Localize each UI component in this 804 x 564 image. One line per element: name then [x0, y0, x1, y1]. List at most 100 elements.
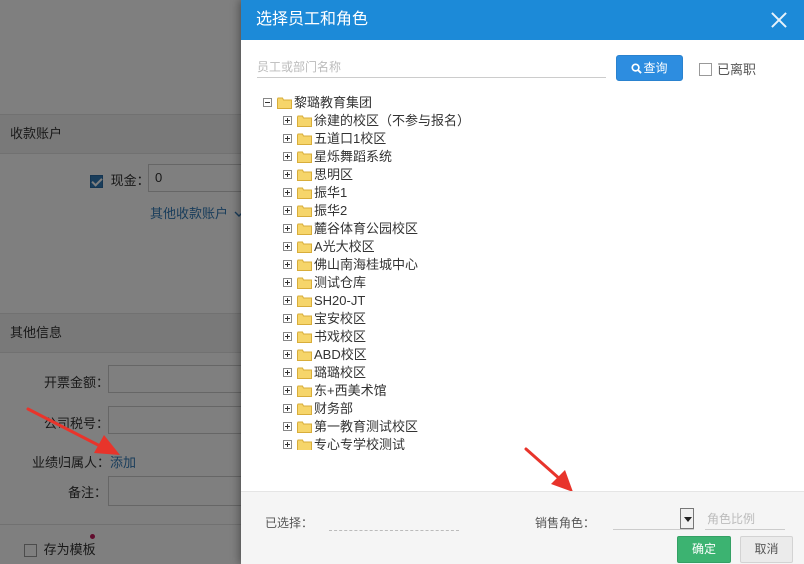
folder-icon — [297, 133, 312, 145]
tree-node[interactable]: 振华2 — [263, 202, 563, 220]
tree-node-label: 徐建的校区（不参与报名） — [314, 113, 471, 128]
plus-box-icon[interactable] — [283, 260, 292, 270]
role-ratio-input[interactable] — [705, 509, 785, 530]
tree-node[interactable]: 宝安校区 — [263, 310, 563, 328]
tree-node-label: 第一教育测试校区 — [314, 419, 419, 434]
tree-children: 徐建的校区（不参与报名） 五道口1校区 星烁舞蹈系统 思明区振华1 振华2 麓谷体育公园校… — [263, 112, 563, 450]
tree-node[interactable]: 五道口1校区 — [263, 130, 563, 148]
dialog-footer: 已选择： 销售角色： 确定 取消 — [241, 491, 804, 564]
org-tree[interactable]: 黎璐教育集团 徐建的校区（不参与报名） 五道口1校区 星烁舞蹈系统 思明区振华1 振华2… — [263, 94, 563, 450]
tree-node-label: 思明区 — [314, 167, 354, 182]
red-arrow-icon — [26, 407, 120, 455]
tree-node[interactable]: 第一教育测试校区 — [263, 418, 563, 436]
folder-icon — [297, 403, 312, 415]
tree-node[interactable]: SH20-JT — [263, 292, 563, 310]
dialog-title: 选择员工和角色 — [256, 11, 369, 28]
plus-box-icon[interactable] — [283, 440, 292, 450]
tree-node[interactable]: 徐建的校区（不参与报名） — [263, 112, 563, 130]
folder-icon — [297, 295, 312, 307]
plus-box-icon[interactable] — [283, 404, 292, 414]
tree-node-label: 佛山南海桂城中心 — [314, 257, 419, 272]
tree-node[interactable]: 财务部 — [263, 400, 563, 418]
tree-node-label: 五道口1校区 — [314, 131, 387, 146]
dropdown-arrow-icon[interactable] — [680, 508, 694, 529]
plus-box-icon[interactable] — [283, 206, 292, 216]
plus-box-icon[interactable] — [283, 332, 292, 342]
tree-node[interactable]: 星烁舞蹈系统 — [263, 148, 563, 166]
folder-icon — [297, 169, 312, 181]
staff-search-input[interactable] — [257, 56, 606, 78]
folder-icon — [297, 259, 312, 271]
dialog-header: 选择员工和角色 — [241, 0, 804, 40]
tree-node-label: 星烁舞蹈系统 — [314, 149, 393, 164]
tree-node[interactable]: A光大校区 — [263, 238, 563, 256]
tree-node[interactable]: 思明区 — [263, 166, 563, 184]
folder-icon — [297, 331, 312, 343]
plus-box-icon[interactable] — [283, 422, 292, 432]
tree-node[interactable]: ABD校区 — [263, 346, 563, 364]
cancel-button[interactable]: 取消 — [740, 536, 793, 563]
plus-box-icon[interactable] — [283, 350, 292, 360]
folder-icon — [297, 151, 312, 163]
plus-box-icon[interactable] — [283, 152, 292, 162]
tree-node[interactable]: 测试仓库 — [263, 274, 563, 292]
tree-node-label: SH20-JT — [314, 293, 366, 308]
folder-icon — [297, 277, 312, 289]
folder-icon — [297, 349, 312, 361]
tree-node-label: 麓谷体育公园校区 — [314, 221, 419, 236]
folder-icon — [277, 97, 292, 109]
sales-role-select[interactable] — [613, 508, 694, 530]
tree-node-label: 书戏校区 — [314, 329, 367, 344]
confirm-button[interactable]: 确定 — [677, 536, 731, 563]
left-staff-checkbox[interactable] — [699, 63, 712, 76]
tree-node-label: 专心专学校测试 — [314, 437, 406, 450]
tree-node[interactable]: 东+西美术馆 — [263, 382, 563, 400]
tree-node[interactable]: 璐璐校区 — [263, 364, 563, 382]
tree-node-label: 东+西美术馆 — [314, 383, 387, 398]
select-staff-role-dialog: 选择员工和角色 查询 已离职 黎璐教育集团 徐建的校区（不参与报名） 五道口1校区… — [241, 0, 804, 564]
tree-node[interactable]: 麓谷体育公园校区 — [263, 220, 563, 238]
plus-box-icon[interactable] — [283, 134, 292, 144]
plus-box-icon[interactable] — [283, 278, 292, 288]
minus-box-icon[interactable] — [263, 98, 272, 108]
tree-node[interactable]: 振华1 — [263, 184, 563, 202]
folder-icon — [297, 421, 312, 433]
selected-staff-field — [329, 530, 459, 531]
tree-node-label: A光大校区 — [314, 239, 375, 254]
folder-icon — [297, 187, 312, 199]
plus-box-icon[interactable] — [283, 368, 292, 378]
tree-node-label: 璐璐校区 — [314, 365, 367, 380]
selected-label: 已选择： — [265, 516, 314, 530]
search-button-label: 查询 — [643, 61, 668, 75]
folder-icon — [297, 367, 312, 379]
folder-icon — [297, 205, 312, 217]
tree-node-label: 测试仓库 — [314, 275, 367, 290]
tree-node-label: 振华1 — [314, 185, 348, 200]
folder-icon — [297, 223, 312, 235]
tree-node-label: 宝安校区 — [314, 311, 367, 326]
plus-box-icon[interactable] — [283, 296, 292, 306]
tree-node[interactable]: 佛山南海桂城中心 — [263, 256, 563, 274]
left-staff-filter[interactable]: 已离职 — [699, 59, 756, 78]
folder-icon — [297, 385, 312, 397]
sales-role-label: 销售角色： — [535, 516, 596, 530]
tree-root[interactable]: 黎璐教育集团 — [263, 94, 563, 112]
tree-node[interactable]: 书戏校区 — [263, 328, 563, 346]
tree-node-label: ABD校区 — [314, 347, 367, 362]
left-staff-label: 已离职 — [717, 62, 757, 77]
plus-box-icon[interactable] — [283, 314, 292, 324]
plus-box-icon[interactable] — [283, 170, 292, 180]
folder-icon — [297, 115, 312, 127]
red-arrow-icon — [524, 447, 573, 492]
search-button[interactable]: 查询 — [616, 55, 683, 81]
tree-node[interactable]: 专心专学校测试 — [263, 436, 563, 450]
folder-icon — [297, 241, 312, 253]
plus-box-icon[interactable] — [283, 224, 292, 234]
close-icon[interactable] — [770, 11, 788, 29]
plus-box-icon[interactable] — [283, 116, 292, 126]
plus-box-icon[interactable] — [283, 386, 292, 396]
plus-box-icon[interactable] — [283, 188, 292, 198]
search-icon — [631, 63, 643, 74]
plus-box-icon[interactable] — [283, 242, 292, 252]
tree-node-label: 财务部 — [314, 401, 354, 416]
